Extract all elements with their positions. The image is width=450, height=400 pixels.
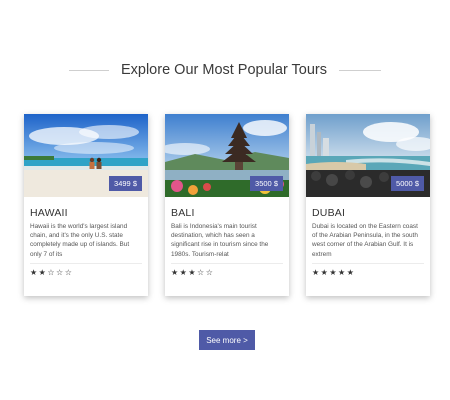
price-badge: 5000 $ — [391, 175, 424, 191]
tour-description: Hawaii is the world's largest island cha… — [30, 223, 130, 258]
rating-stars: ★★★★★ — [312, 268, 356, 277]
card-divider — [171, 263, 283, 264]
tour-image-dubai: 5000 $ — [306, 114, 430, 197]
tour-description: Dubai is located on the Eastern coast of… — [312, 223, 418, 258]
tour-card-hawaii[interactable]: 3499 $ HAWAII Hawaii is the world's larg… — [24, 114, 148, 296]
price-badge: 3499 $ — [109, 175, 142, 191]
tour-title: HAWAII — [30, 207, 68, 219]
tour-card-dubai[interactable]: 5000 $ DUBAI Dubai is located on the Eas… — [306, 114, 430, 296]
see-more-button[interactable]: See more > — [199, 330, 255, 350]
section-title: Explore Our Most Popular Tours — [120, 62, 328, 78]
tour-title: DUBAI — [312, 207, 346, 219]
card-divider — [312, 263, 424, 264]
tour-card-bali[interactable]: 3500 $ BALI Bali is Indonesia's main tou… — [165, 114, 289, 296]
heading-divider-right — [339, 69, 382, 71]
tour-image-bali: 3500 $ — [165, 114, 289, 197]
rating-stars: ★★★☆☆ — [171, 268, 215, 277]
heading-divider-left — [68, 69, 109, 71]
section-heading: Explore Our Most Popular Tours — [0, 62, 450, 78]
price-badge: 3500 $ — [250, 175, 283, 191]
rating-stars: ★★☆☆☆ — [30, 268, 74, 277]
tour-image-hawaii: 3499 $ — [24, 114, 148, 197]
tour-title: BALI — [171, 207, 195, 219]
tour-description: Bali is Indonesia's main tourist destina… — [171, 223, 269, 258]
card-divider — [30, 263, 142, 264]
